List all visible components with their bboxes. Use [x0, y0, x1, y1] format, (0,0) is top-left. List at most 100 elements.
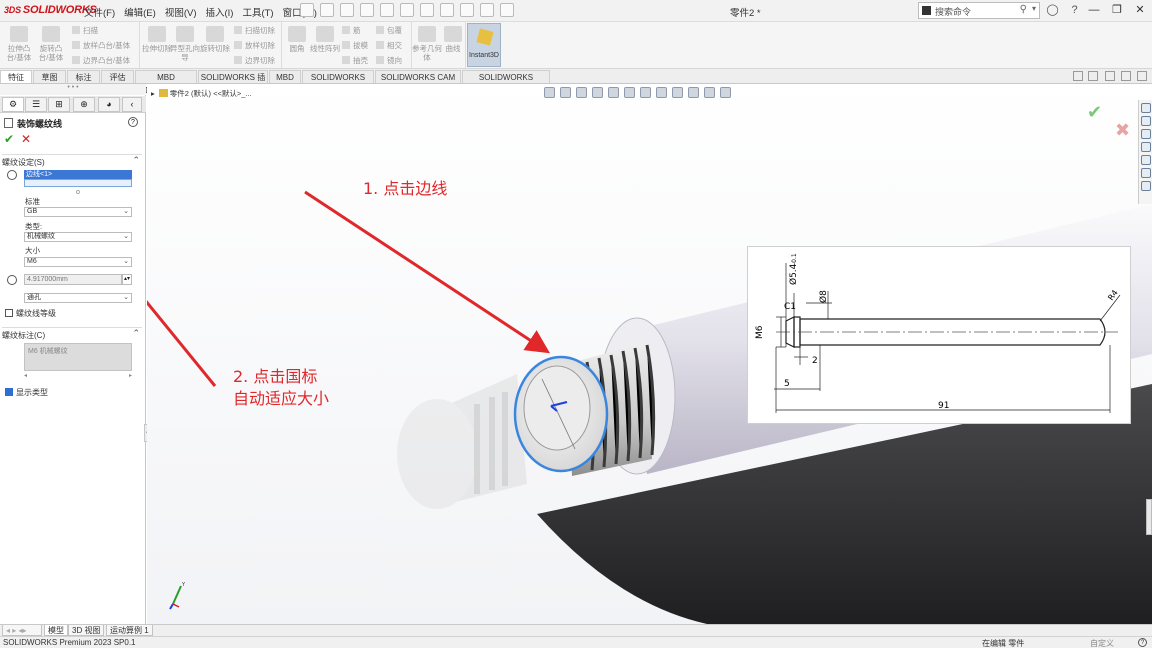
configuration-manager-tab-icon[interactable]: ⊞: [48, 97, 70, 112]
view-settings-icon[interactable]: [704, 87, 715, 98]
edge-selection-box[interactable]: 边线<1>: [24, 170, 132, 179]
tab-mbd[interactable]: MBD: [269, 70, 301, 83]
search-commands-input[interactable]: 搜索命令 ⚲ ▾: [918, 2, 1040, 19]
select-icon[interactable]: [440, 3, 454, 17]
wrap-button[interactable]: 包覆: [376, 25, 402, 36]
rib-button[interactable]: 筋: [342, 25, 361, 36]
show-type-box[interactable]: [5, 388, 13, 396]
size-select[interactable]: M6 ⌄: [24, 257, 132, 267]
display-pane-icon[interactable]: [720, 87, 731, 98]
open-icon[interactable]: [340, 3, 354, 17]
hide-show-items-icon[interactable]: [656, 87, 667, 98]
new-document-icon[interactable]: [320, 3, 334, 17]
solidworks-logo[interactable]: 3DS SOLIDWORKS: [4, 4, 97, 16]
tab-scroll-arrows[interactable]: ◂ ▸ ◂▸: [2, 625, 42, 636]
undo-icon[interactable]: [400, 3, 414, 17]
instant3d-button[interactable]: Instant3D: [467, 23, 501, 67]
help-icon[interactable]: ?: [1067, 3, 1082, 18]
thread-class-checkbox[interactable]: 螺纹线等级: [5, 308, 56, 319]
swept-cut-button[interactable]: 扫描切除: [234, 25, 275, 36]
dimxpert-tab-icon[interactable]: ⊕: [73, 97, 95, 112]
extrude-cut-button[interactable]: 拉伸切除: [142, 26, 172, 53]
fillet-button[interactable]: 圆角: [282, 26, 312, 53]
view-palette-icon[interactable]: [1140, 155, 1151, 165]
diameter-spinner[interactable]: ▴▾: [122, 274, 132, 285]
zoom-to-area-icon[interactable]: [560, 87, 571, 98]
thread-class-box[interactable]: [5, 309, 13, 317]
collapse-chevron-icon[interactable]: ⌃: [132, 155, 140, 166]
sweep-button[interactable]: 扫描: [72, 25, 98, 36]
tab-3d-views[interactable]: 3D 视图: [68, 625, 105, 636]
custom-units-status[interactable]: 自定义: [1090, 638, 1114, 648]
edit-appearance-icon[interactable]: [672, 87, 683, 98]
tab-features[interactable]: 特征: [0, 70, 32, 83]
previous-view-icon[interactable]: [576, 87, 587, 98]
edge-selection-list[interactable]: [24, 179, 132, 187]
tab-solidworks-addins[interactable]: SOLIDWORKS 插件: [198, 70, 268, 95]
menu-file[interactable]: 文件(F): [84, 5, 115, 19]
type-select[interactable]: 机械螺纹 ⌄: [24, 232, 132, 242]
search-scope-icon[interactable]: [922, 6, 931, 15]
tab-sketch[interactable]: 草图: [33, 70, 66, 83]
cancel-button[interactable]: ✕: [21, 132, 31, 146]
standard-select[interactable]: GB ⌄: [24, 207, 132, 217]
tab-solidworks-cam[interactable]: SOLIDWORKS CAM: [302, 70, 374, 95]
tab-markup[interactable]: 标注: [67, 70, 100, 83]
property-manager-tab-icon[interactable]: ☰: [25, 97, 47, 112]
display-style-icon[interactable]: [640, 87, 651, 98]
save-icon[interactable]: [360, 3, 374, 17]
end-condition-select[interactable]: 通孔 ⌄: [24, 293, 132, 303]
selection-resize-handle[interactable]: o: [76, 189, 80, 196]
feature-manager-tab-icon[interactable]: ⚙: [2, 97, 24, 112]
tab-solidworks-inspection[interactable]: SOLIDWORKS Inspection: [462, 70, 550, 95]
mirror-button[interactable]: 镜向: [376, 55, 402, 66]
panel-splitter[interactable]: • • •: [0, 84, 146, 95]
appearances-icon[interactable]: [1140, 168, 1151, 178]
display-manager-tab-icon[interactable]: ◕: [98, 97, 120, 112]
minor-diameter-input[interactable]: 4.917000mm: [24, 274, 122, 285]
dynamic-annotation-icon[interactable]: [608, 87, 619, 98]
draft-button[interactable]: 拔模: [342, 40, 368, 51]
confirm-corner-cancel-icon[interactable]: ✖: [1115, 120, 1130, 141]
tile-view-icon[interactable]: [1073, 71, 1083, 81]
thread-callout-header[interactable]: 螺纹标注(C) ⌃: [2, 327, 142, 340]
side-grip-handle[interactable]: [1146, 499, 1152, 535]
revolve-boss-button[interactable]: 旋转凸台/基体: [36, 26, 66, 62]
tile-horizontal-icon[interactable]: [1088, 71, 1098, 81]
file-properties-icon[interactable]: [480, 3, 494, 17]
boundary-boss-button[interactable]: 边界凸台/基体: [72, 55, 130, 66]
hole-wizard-button[interactable]: 异型孔向导: [170, 26, 200, 62]
rebuild-icon[interactable]: [460, 3, 474, 17]
custom-properties-icon[interactable]: [1140, 181, 1151, 191]
close-button[interactable]: ✕: [1130, 2, 1150, 19]
view-minimize-button[interactable]: [1105, 71, 1115, 81]
status-help-icon[interactable]: ?: [1138, 638, 1147, 647]
view-close-button[interactable]: [1137, 71, 1147, 81]
tab-motion-study-1[interactable]: 运动算例 1: [106, 625, 153, 636]
intersect-button[interactable]: 相交: [376, 40, 402, 51]
callout-scrollbar[interactable]: ◂ ▸: [24, 372, 132, 379]
home-icon[interactable]: [300, 3, 314, 17]
help-icon[interactable]: ?: [128, 117, 138, 127]
folder-icon[interactable]: [1140, 142, 1151, 152]
graphics-area[interactable]: ▸ 零件2 (默认) <<默认>_... ✔ ✖ Y 1. 点击边线 2. 点击…: [147, 84, 1152, 624]
user-icon[interactable]: ◯: [1045, 3, 1060, 18]
thread-settings-header[interactable]: 螺纹设定(S) ⌃: [2, 154, 142, 167]
minimize-button[interactable]: —: [1084, 2, 1104, 19]
print-icon[interactable]: [380, 3, 394, 17]
feature-breadcrumb[interactable]: ▸ 零件2 (默认) <<默认>_...: [151, 88, 252, 99]
boundary-cut-button[interactable]: 边界切除: [234, 55, 275, 66]
shell-button[interactable]: 抽壳: [342, 55, 368, 66]
restore-button[interactable]: ❐: [1107, 2, 1127, 19]
thread-callout-text[interactable]: M6 机械螺纹: [24, 343, 132, 371]
extrude-boss-button[interactable]: 拉伸凸台/基体: [4, 26, 34, 62]
curves-button[interactable]: 曲线: [438, 26, 468, 53]
chevron-down-icon[interactable]: ▾: [1032, 4, 1036, 13]
file-explorer-icon[interactable]: [1140, 129, 1151, 139]
chamfer-face[interactable]: [523, 365, 591, 451]
menu-insert[interactable]: 插入(I): [205, 5, 233, 19]
tab-model[interactable]: 模型: [44, 625, 68, 636]
view-restore-button[interactable]: [1121, 71, 1131, 81]
loft-boss-button[interactable]: 放样凸台/基体: [72, 40, 130, 51]
tab-mbd-dimensions[interactable]: MBD Dimensions: [135, 70, 197, 95]
